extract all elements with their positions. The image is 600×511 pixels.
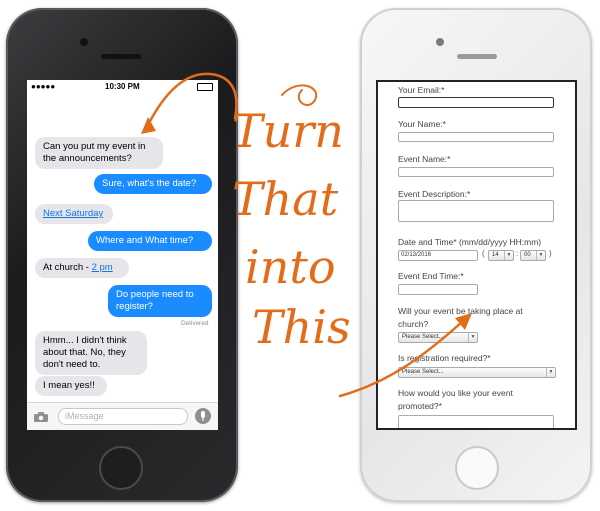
- arrow-to-form: [338, 320, 464, 398]
- handwriting-that: That: [232, 172, 339, 226]
- flourish: [281, 84, 318, 106]
- handwriting-into: into: [245, 240, 336, 294]
- handwriting-turn: Turn: [232, 104, 344, 158]
- handwriting-this: This: [252, 300, 351, 354]
- arrowhead-icon: [141, 117, 156, 134]
- arrow-to-message: [146, 72, 238, 127]
